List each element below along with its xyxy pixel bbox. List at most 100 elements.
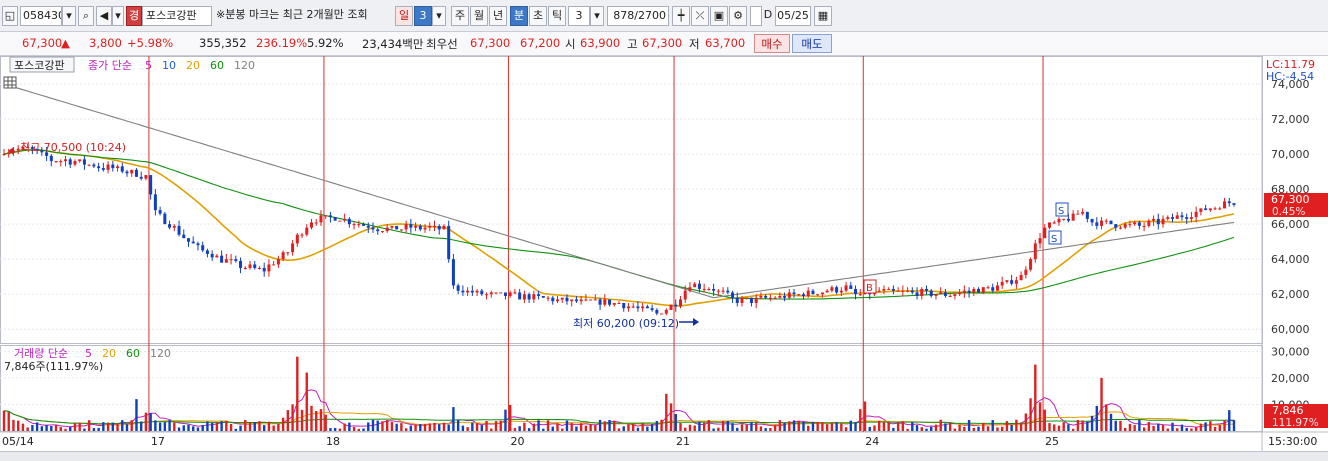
period-dropdown-icon[interactable]: ▾ — [432, 6, 446, 26]
volume-bar — [21, 423, 25, 431]
candle-body — [1038, 238, 1042, 244]
interval-input[interactable]: 3 — [568, 6, 590, 26]
speaker-icon[interactable]: ◀ — [96, 6, 112, 26]
volume-bar — [244, 419, 247, 431]
volume-bar — [958, 424, 961, 431]
candle-body — [631, 306, 635, 308]
volume-bar — [877, 420, 881, 431]
volume-bar — [655, 421, 659, 431]
volume-bar — [1166, 428, 1169, 431]
volume-bar — [986, 426, 990, 431]
speaker-dropdown-icon[interactable]: ▾ — [112, 6, 124, 26]
search-icon[interactable]: ⌕ — [78, 6, 94, 26]
volume-bar — [26, 427, 29, 431]
stock-name[interactable]: 포스코강판 — [142, 6, 212, 26]
candle-body — [641, 306, 645, 309]
gear-icon[interactable]: ⚙ — [729, 6, 747, 26]
candle-body — [101, 168, 105, 170]
candle-body — [1085, 211, 1089, 219]
volume-bar — [423, 424, 427, 431]
candle-body — [158, 210, 162, 214]
candle-body — [380, 231, 384, 233]
candle-body — [485, 294, 489, 296]
window-icon[interactable]: ◱ — [2, 6, 18, 26]
tab-second[interactable]: 초 — [529, 6, 547, 26]
candle-body — [1194, 211, 1198, 218]
volume-bar — [286, 410, 290, 431]
candle-body — [943, 292, 947, 296]
candle-body — [664, 309, 668, 314]
volume-bar — [64, 428, 67, 431]
candle-body — [1114, 224, 1118, 228]
volume-bar — [934, 424, 938, 431]
volume-bar — [830, 422, 834, 431]
code-dropdown-icon[interactable]: ▾ — [62, 6, 76, 26]
turnover-rate: 5.92% — [307, 36, 344, 50]
tool-icon[interactable]: ⤫ — [691, 6, 709, 26]
volume-bar — [139, 421, 143, 431]
volume-bar — [1062, 422, 1065, 431]
stock-code-input[interactable]: 058430 — [20, 6, 62, 26]
period-day-button[interactable]: 일 — [395, 6, 413, 26]
candle-body — [291, 243, 295, 253]
candle-body — [948, 295, 952, 297]
candle-body — [134, 169, 138, 177]
buy-button[interactable]: 매수 — [754, 34, 790, 53]
calendar-icon[interactable]: ▦ — [814, 6, 832, 26]
chart-canvas[interactable]: 74,00072,00070,00068,00066,00064,00062,0… — [0, 56, 1328, 451]
tab-minute[interactable]: 분 — [510, 6, 528, 26]
candle-body — [683, 290, 687, 300]
volume-bar — [1005, 421, 1009, 431]
volume-bar — [1190, 428, 1193, 431]
candle-body — [1147, 220, 1151, 226]
volume-bar — [821, 422, 824, 431]
sell-button[interactable]: 매도 — [792, 34, 832, 53]
candle-body — [537, 294, 541, 296]
volume-bar — [953, 428, 957, 431]
volume-bar — [859, 409, 862, 431]
signal-s-lower-label: S — [1051, 234, 1057, 245]
tab-month[interactable]: 월 — [470, 6, 488, 26]
tab-week[interactable]: 주 — [451, 6, 469, 26]
candle-body — [229, 259, 233, 261]
volume-bar — [674, 413, 677, 431]
volume-bar — [513, 428, 517, 431]
volume-bar — [102, 422, 105, 431]
candle-body — [111, 164, 115, 169]
candle-body — [272, 264, 276, 266]
interval-dropdown-icon[interactable]: ▾ — [590, 6, 604, 26]
period-num-button[interactable]: 3 — [414, 6, 432, 26]
volume-bar — [726, 421, 730, 431]
count-field[interactable]: 878/2700 — [607, 6, 669, 26]
volume-bar — [1071, 428, 1075, 431]
save-icon[interactable]: ▣ — [710, 6, 728, 26]
candle-body — [409, 224, 413, 228]
volume-bar — [97, 427, 100, 431]
d-checkbox[interactable] — [750, 6, 762, 26]
volume-bar — [106, 422, 110, 431]
toolbar: ◱ 058430 ▾ ⌕ ◀ ▾ 경 포스코강판 ※분봉 마크는 최근 2개월만… — [0, 0, 1328, 32]
volume-bar — [54, 425, 58, 431]
candle-body — [187, 238, 190, 242]
tab-year[interactable]: 년 — [489, 6, 507, 26]
stock-badge: 경 — [126, 6, 142, 26]
time-tick-label: 25 — [1045, 435, 1059, 448]
candle-icon[interactable]: ┿ — [672, 6, 690, 26]
candle-body — [7, 152, 11, 155]
volume-bar — [135, 399, 138, 431]
volume-bar — [59, 427, 62, 431]
volume-bar — [887, 421, 890, 431]
tab-tick[interactable]: 틱 — [548, 6, 566, 26]
candle-body — [338, 220, 342, 222]
volume-bar — [329, 428, 332, 431]
volume-bar — [731, 423, 734, 431]
volume-bar — [357, 428, 361, 431]
table-icon[interactable] — [3, 76, 17, 89]
volume-bar — [679, 423, 682, 431]
candle-body — [437, 225, 441, 230]
date-input[interactable]: 05/25 — [775, 6, 811, 26]
volume-bar — [745, 424, 748, 431]
candle-body — [934, 294, 938, 296]
volume-bar — [963, 426, 966, 431]
current-volume-tag-pct: 111.97% — [1272, 417, 1319, 429]
